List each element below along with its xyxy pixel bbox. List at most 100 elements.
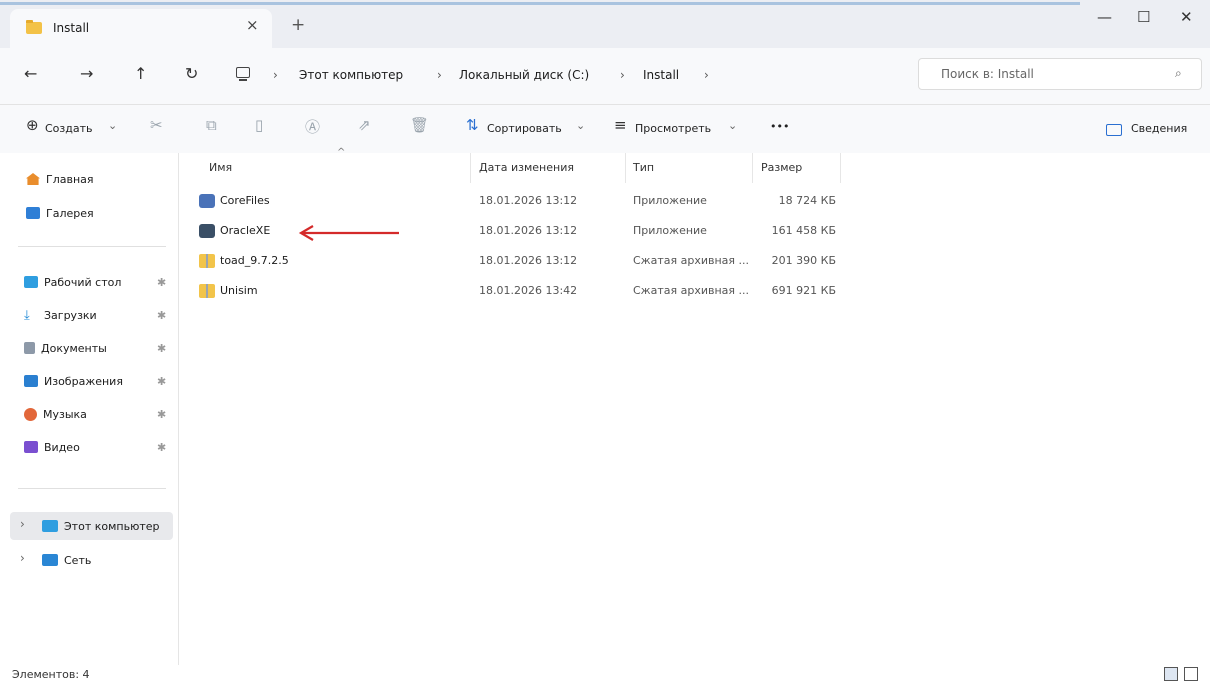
chevron-down-icon[interactable]: ⌄ [728, 119, 737, 132]
details-pane-icon[interactable] [1106, 124, 1122, 136]
tab-close-icon[interactable]: × [246, 16, 259, 34]
sidebar-item-label: Музыка [43, 407, 87, 421]
chevron-down-icon[interactable]: ⌄ [576, 119, 585, 132]
minimize-button[interactable]: — [1097, 8, 1112, 26]
file-type: Сжатая архивная ... [633, 284, 749, 297]
tab-install[interactable]: Install × [10, 9, 272, 48]
computer-icon[interactable] [236, 67, 250, 81]
search-box[interactable]: Поиск в: Install ⌕ [918, 58, 1202, 90]
pin-icon[interactable]: ✱ [157, 342, 166, 355]
documents-icon [24, 342, 35, 354]
view-button[interactable]: Просмотреть [635, 122, 711, 135]
breadcrumb-separator[interactable]: › [437, 68, 442, 82]
sidebar-item-label: Галерея [46, 206, 94, 220]
share-icon[interactable]: ⇗ [358, 116, 371, 134]
pin-icon[interactable]: ✱ [157, 276, 166, 289]
sort-button[interactable]: Сортировать [487, 122, 562, 135]
copy-icon[interactable]: ⧉ [206, 116, 217, 134]
breadcrumb-this-pc[interactable]: Этот компьютер [299, 68, 403, 82]
column-header-name[interactable]: Имя [209, 161, 232, 174]
file-date: 18.01.2026 13:12 [479, 224, 578, 237]
expand-chevron-icon[interactable]: › [20, 551, 25, 565]
delete-icon[interactable]: 🗑 [410, 116, 429, 134]
more-button[interactable]: ••• [770, 120, 789, 133]
navigation-pane: Главная Галерея Рабочий стол ✱ ⤓ Загрузк… [0, 153, 179, 665]
file-name[interactable]: Unisim [220, 284, 258, 297]
file-name[interactable]: OracleXE [220, 224, 270, 237]
up-button[interactable]: ↑ [134, 64, 147, 83]
sidebar-item-label: Сеть [64, 553, 92, 567]
item-count: Элементов: 4 [12, 668, 90, 681]
paste-icon[interactable]: ▯ [255, 116, 263, 134]
cut-icon[interactable]: ✂ [150, 116, 163, 134]
forward-button[interactable]: → [80, 64, 93, 83]
refresh-button[interactable]: ↻ [185, 64, 198, 83]
sidebar-item-desktop[interactable]: Рабочий стол [24, 270, 121, 294]
installer-icon [199, 194, 215, 208]
breadcrumb-install[interactable]: Install [643, 68, 679, 82]
create-button[interactable]: Создать [45, 122, 93, 135]
view-icon[interactable]: ≡ [614, 116, 627, 134]
download-icon: ⤓ [24, 308, 30, 323]
column-separator[interactable] [840, 153, 841, 183]
command-bar: ⊕ Создать ⌄ ✂ ⧉ ▯ Ⓐ ⇗ 🗑 ⇅ Сортировать ⌄ … [0, 105, 1210, 153]
column-header-type[interactable]: Тип [633, 161, 654, 174]
sidebar-item-documents[interactable]: Документы [24, 336, 107, 360]
sidebar-item-network[interactable]: Сеть [42, 548, 91, 572]
pin-icon[interactable]: ✱ [157, 375, 166, 388]
breadcrumb-separator[interactable]: › [273, 68, 278, 82]
sidebar-item-home[interactable]: Главная [26, 167, 94, 191]
pin-icon[interactable]: ✱ [157, 309, 166, 322]
column-separator[interactable] [752, 153, 753, 183]
sort-indicator-icon: ^ [337, 147, 346, 158]
maximize-button[interactable]: ☐ [1137, 8, 1150, 26]
sidebar-item-pictures[interactable]: Изображения [24, 369, 123, 393]
table-row[interactable]: CoreFiles 18.01.2026 13:12 Приложение 18… [179, 189, 879, 215]
breadcrumb-local-disk[interactable]: Локальный диск (C:) [459, 68, 589, 82]
sidebar-item-music[interactable]: Музыка [24, 402, 87, 426]
file-name[interactable]: CoreFiles [220, 194, 270, 207]
column-separator[interactable] [625, 153, 626, 183]
video-icon [24, 441, 38, 453]
new-tab-button[interactable]: + [291, 15, 305, 35]
tiles-view-icon[interactable] [1184, 667, 1198, 681]
table-row[interactable]: Unisim 18.01.2026 13:42 Сжатая архивная … [179, 279, 879, 305]
sidebar-item-gallery[interactable]: Галерея [26, 201, 94, 225]
sidebar-item-this-pc[interactable]: Этот компьютер [42, 514, 160, 538]
details-view-icon[interactable] [1164, 667, 1178, 681]
pin-icon[interactable]: ✱ [157, 408, 166, 421]
sort-icon[interactable]: ⇅ [466, 116, 479, 134]
column-header-date[interactable]: Дата изменения [479, 161, 574, 174]
table-row[interactable]: OracleXE 18.01.2026 13:12 Приложение 161… [179, 219, 879, 245]
file-list: Имя ^ Дата изменения Тип Размер CoreFile… [179, 147, 1210, 665]
chevron-down-icon[interactable]: ⌄ [108, 119, 117, 132]
column-separator[interactable] [470, 153, 471, 183]
file-size: 691 921 КБ [771, 284, 836, 297]
details-button[interactable]: Сведения [1131, 122, 1187, 135]
address-bar: ← → ↑ ↻ › Этот компьютер › Локальный дис… [0, 48, 1210, 105]
breadcrumb-separator[interactable]: › [620, 68, 625, 82]
search-icon[interactable]: ⌕ [1175, 66, 1182, 81]
breadcrumb-separator[interactable]: › [704, 68, 709, 82]
column-header-size[interactable]: Размер [761, 161, 802, 174]
rename-icon[interactable]: Ⓐ [305, 116, 320, 137]
home-icon [26, 173, 40, 185]
tab-title: Install [53, 21, 90, 35]
search-input[interactable]: Поиск в: Install [941, 67, 1034, 81]
sidebar-divider [18, 246, 166, 247]
music-icon [24, 407, 37, 421]
accent-line [0, 2, 1080, 5]
sidebar-item-label: Загрузки [44, 308, 97, 322]
sidebar-item-video[interactable]: Видео [24, 435, 80, 459]
sidebar-item-downloads[interactable]: ⤓ Загрузки [24, 303, 97, 327]
file-date: 18.01.2026 13:12 [479, 194, 578, 207]
close-button[interactable]: ✕ [1180, 8, 1193, 26]
file-date: 18.01.2026 13:12 [479, 254, 578, 267]
file-name[interactable]: toad_9.7.2.5 [220, 254, 289, 267]
plus-circle-icon[interactable]: ⊕ [26, 116, 39, 134]
table-row[interactable]: toad_9.7.2.5 18.01.2026 13:12 Сжатая арх… [179, 249, 879, 275]
back-button[interactable]: ← [24, 64, 37, 83]
desktop-icon [24, 276, 38, 288]
pin-icon[interactable]: ✱ [157, 441, 166, 454]
expand-chevron-icon[interactable]: › [20, 517, 25, 531]
